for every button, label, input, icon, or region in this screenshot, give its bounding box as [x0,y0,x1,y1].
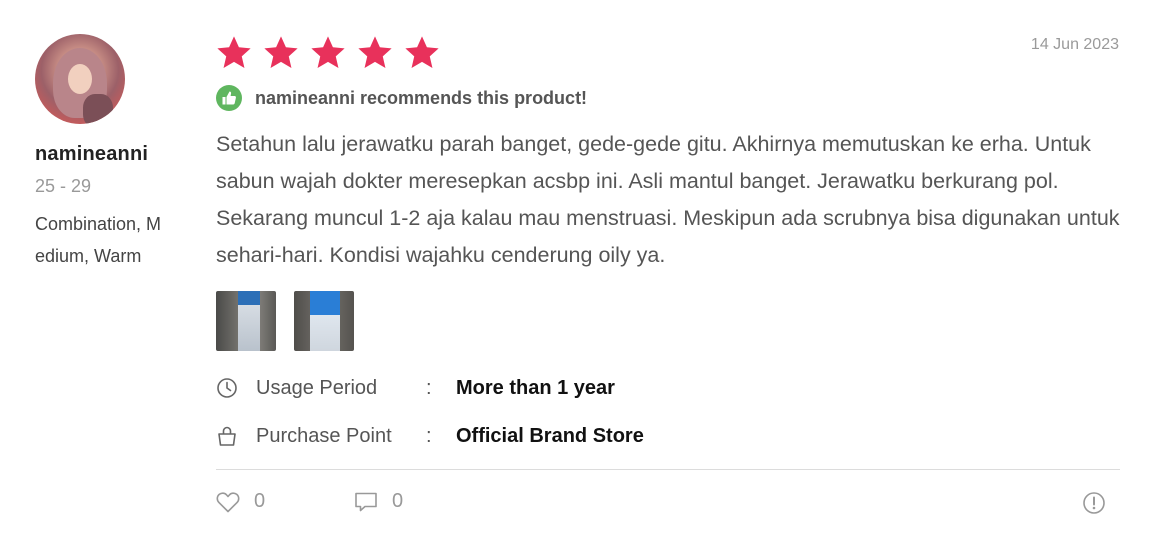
usage-period-value: More than 1 year [456,376,615,399]
separator: : [426,376,432,399]
like-count: 0 [254,490,266,512]
review-photo-2[interactable] [294,291,354,351]
comment-count: 0 [392,490,404,512]
star-icon [217,36,251,69]
rating-stars [215,34,441,72]
heart-icon [216,491,240,512]
product-tube [310,291,340,351]
usage-period-label: Usage Period [256,376,378,399]
usage-period-row: Usage Period : More than 1 year [216,376,816,400]
comment-icon [355,492,377,511]
shopping-bag-icon [218,426,236,446]
purchase-point-value: Official Brand Store [456,424,644,447]
like-button[interactable]: 0 [216,490,265,513]
recommendation: namineanni recommends this product! [216,85,587,111]
skin-profile: Combination, Medium, Warm [35,214,162,266]
user-avatar[interactable] [35,34,125,124]
purchase-point-row: Purchase Point : Official Brand Store [216,424,816,448]
review-date: 14 Jun 2023 [1030,36,1119,53]
avatar-arm [83,94,113,124]
star-icon [358,36,392,69]
separator: : [426,424,432,447]
star-icon [264,36,298,69]
review-photos [216,291,354,351]
avatar-face [68,64,92,94]
recommendation-text: namineanni recommends this product! [255,87,588,108]
comment-button[interactable]: 0 [354,490,403,513]
clock-icon [217,378,237,398]
star-icon [405,36,439,69]
age-range: 25 - 29 [35,176,92,196]
divider [216,469,1120,470]
star-icon [311,36,345,69]
review-photo-1[interactable] [216,291,276,351]
thumbs-up-icon [216,85,242,111]
username[interactable]: namineanni [35,143,148,166]
review-text: Setahun lalu jerawatku parah banget, ged… [216,132,1120,267]
product-cap [238,291,260,305]
purchase-point-label: Purchase Point [256,424,392,447]
report-icon[interactable] [1082,491,1106,515]
